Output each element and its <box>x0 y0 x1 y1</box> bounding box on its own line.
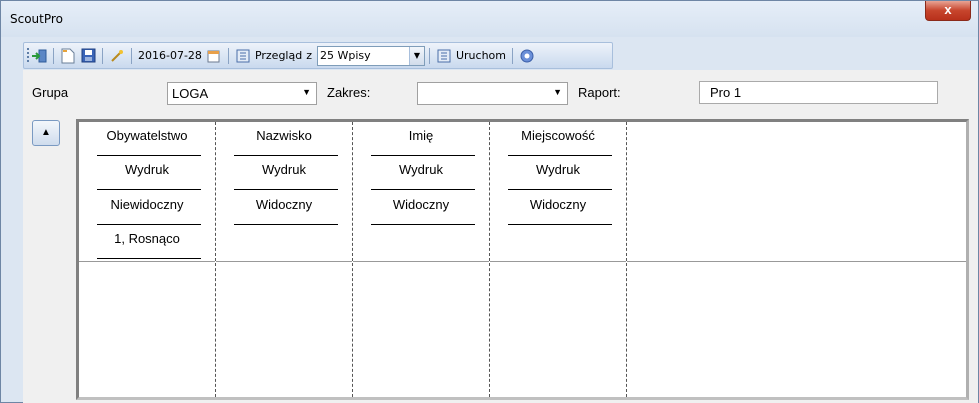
visibility-setting[interactable]: Widoczny <box>216 197 352 212</box>
column-header: Imię Wydruk Widoczny <box>353 122 489 262</box>
toolbar-separator <box>53 47 54 64</box>
chevron-down-icon[interactable]: ▼ <box>553 87 562 97</box>
app-window: ScoutPro x 2016-07-28 Przegląd z 25 Wpis… <box>0 0 979 403</box>
divider <box>97 189 201 190</box>
divider <box>97 258 201 259</box>
toolbar-separator <box>428 47 430 64</box>
column-title[interactable]: Miejscowość <box>490 128 626 143</box>
toolbar-separator <box>102 47 103 64</box>
empty-header-area <box>627 122 966 262</box>
column-header: Obywatelstwo Wydruk Niewidoczny 1, Rosną… <box>79 122 215 262</box>
chevron-down-icon[interactable]: ▼ <box>408 46 424 65</box>
divider <box>371 224 475 225</box>
column-header: Nazwisko Wydruk Widoczny <box>216 122 352 262</box>
preview-button[interactable]: Przegląd <box>255 49 302 62</box>
divider <box>371 189 475 190</box>
report-label: Raport: <box>578 85 621 100</box>
close-button[interactable]: x <box>925 1 971 21</box>
toolbar-separator <box>227 47 229 64</box>
print-setting[interactable]: Wydruk <box>353 162 489 177</box>
divider <box>371 155 475 156</box>
entries-select-value: 25 Wpisy <box>319 49 371 62</box>
columns-grid: Obywatelstwo Wydruk Niewidoczny 1, Rosną… <box>76 119 969 400</box>
window-title: ScoutPro <box>10 12 63 26</box>
chevron-down-icon[interactable]: ▼ <box>302 87 311 97</box>
divider <box>234 224 338 225</box>
print-setting[interactable]: Wydruk <box>79 162 215 177</box>
run-button[interactable]: Uruchom <box>456 49 506 62</box>
run-icon[interactable] <box>436 48 452 64</box>
save-icon[interactable] <box>80 48 96 64</box>
column-miejscowosc[interactable]: Miejscowość Wydruk Widoczny <box>490 122 627 397</box>
group-select-value: LOGA <box>172 86 209 101</box>
column-obywatelstwo[interactable]: Obywatelstwo Wydruk Niewidoczny 1, Rosną… <box>79 122 216 397</box>
calendar-icon[interactable] <box>206 48 222 64</box>
group-label: Grupa <box>32 85 69 100</box>
column-imie[interactable]: Imię Wydruk Widoczny <box>353 122 490 397</box>
z-label: z <box>306 49 312 62</box>
visibility-setting[interactable]: Niewidoczny <box>79 197 215 212</box>
divider <box>508 155 612 156</box>
divider <box>97 224 201 225</box>
divider <box>234 155 338 156</box>
toolbar-separator <box>131 47 132 64</box>
visibility-setting[interactable]: Widoczny <box>490 197 626 212</box>
divider <box>97 155 201 156</box>
sort-setting[interactable]: 1, Rosnąco <box>79 231 215 246</box>
toolbar: 2016-07-28 Przegląd z 25 Wpisy ▼ Uruchom <box>23 42 613 69</box>
magic-wand-icon[interactable] <box>109 48 125 64</box>
range-select[interactable]: ▼ <box>417 82 568 105</box>
visibility-setting[interactable]: Widoczny <box>353 197 489 212</box>
print-setting[interactable]: Wydruk <box>490 162 626 177</box>
help-icon[interactable] <box>519 48 535 64</box>
group-select[interactable]: LOGA ▼ <box>167 82 317 105</box>
entries-select[interactable]: 25 Wpisy ▼ <box>316 45 425 66</box>
report-panel: Grupa LOGA ▼ Zakres: ▼ Raport: Pro 1 ▲ O… <box>23 70 978 403</box>
column-header: Miejscowość Wydruk Widoczny <box>490 122 626 262</box>
preview-icon[interactable] <box>235 48 251 64</box>
print-setting[interactable]: Wydruk <box>216 162 352 177</box>
column-nazwisko[interactable]: Nazwisko Wydruk Widoczny <box>216 122 353 397</box>
toolbar-separator <box>512 47 513 64</box>
new-document-icon[interactable] <box>60 48 76 64</box>
exit-icon[interactable] <box>31 48 47 64</box>
divider <box>234 189 338 190</box>
title-bar: ScoutPro x <box>1 1 978 37</box>
column-title[interactable]: Imię <box>353 128 489 143</box>
date-label[interactable]: 2016-07-28 <box>138 49 202 62</box>
report-name-input[interactable]: Pro 1 <box>699 81 938 104</box>
toolbar-grip-icon[interactable] <box>27 47 29 64</box>
divider <box>508 224 612 225</box>
move-up-button[interactable]: ▲ <box>32 120 60 146</box>
column-title[interactable]: Obywatelstwo <box>79 128 215 143</box>
column-title[interactable]: Nazwisko <box>216 128 352 143</box>
divider <box>508 189 612 190</box>
range-label: Zakres: <box>327 85 371 100</box>
